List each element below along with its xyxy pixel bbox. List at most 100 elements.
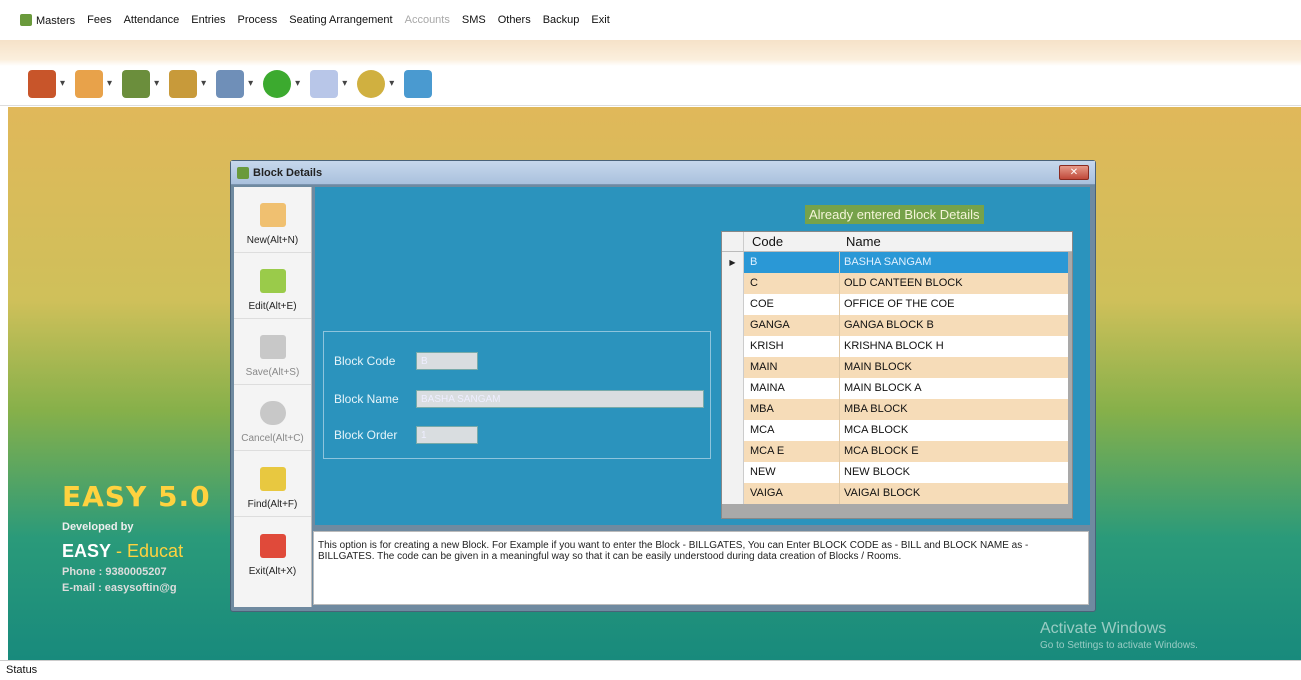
code-cell: C (744, 273, 840, 294)
menu-exit[interactable]: Exit (591, 14, 609, 26)
people-icon (122, 69, 151, 98)
name-cell: BASHA SANGAM (840, 252, 1068, 273)
table-row[interactable]: VAIGA VAIGAI BLOCK (722, 483, 1072, 504)
edit-button[interactable]: Edit(Alt+E) (234, 253, 311, 319)
row-indicator (722, 378, 744, 399)
code-cell: MBA (744, 399, 840, 420)
toolbar-settings-button[interactable]: ▾ (357, 69, 394, 98)
notepad-icon (310, 69, 339, 98)
save-disk-icon (259, 335, 286, 359)
table-row[interactable]: ▶ B BASHA SANGAM (722, 252, 1072, 273)
name-cell: NEW BLOCK (840, 462, 1068, 483)
status-bar: Status (0, 660, 1301, 680)
gift-icon (28, 69, 56, 98)
menu-seating-arrangement[interactable]: Seating Arrangement (289, 14, 392, 26)
code-column-header[interactable]: Code (744, 232, 840, 251)
brand-company: EASY - Educat (62, 541, 184, 561)
menu-others[interactable]: Others (498, 14, 531, 26)
coins-icon (169, 69, 198, 98)
users-icon (75, 69, 104, 98)
name-cell: MCA BLOCK E (840, 441, 1068, 462)
block-name-input[interactable] (416, 390, 704, 408)
code-cell: COE (744, 294, 840, 315)
table-row[interactable]: MCA E MCA BLOCK E (722, 441, 1072, 462)
grid-body: ▶ B BASHA SANGAM C OLD CANTEEN BLOCK COE OFFIC… (722, 252, 1072, 504)
block-name-label: Block Name (334, 392, 399, 406)
menu-attendance[interactable]: Attendance (124, 14, 180, 26)
find-button[interactable]: Find(Alt+F) (234, 451, 311, 517)
exit-button[interactable]: Exit(Alt+X) (234, 517, 311, 583)
table-row[interactable]: GANGA GANGA BLOCK B (722, 315, 1072, 336)
calendar-icon (216, 69, 245, 98)
toolbar-exit-button[interactable] (404, 69, 433, 98)
menu-sms[interactable]: SMS (462, 14, 486, 26)
name-cell: MAIN BLOCK (840, 357, 1068, 378)
table-row[interactable]: MAINA MAIN BLOCK A (722, 378, 1072, 399)
block-order-input[interactable] (416, 426, 478, 444)
table-row[interactable]: MCA MCA BLOCK (722, 420, 1072, 441)
brand-developed-by: Developed by (62, 521, 134, 533)
find-table-icon (259, 467, 286, 491)
block-order-row: Block Order (334, 426, 478, 444)
grid-header: Code Name (722, 232, 1072, 252)
name-cell: OFFICE OF THE COE (840, 294, 1068, 315)
brand-email: E-mail : easysoftin@g (62, 582, 177, 594)
table-row[interactable]: COE OFFICE OF THE COE (722, 294, 1072, 315)
name-column-header[interactable]: Name (840, 232, 1072, 251)
code-cell: MAIN (744, 357, 840, 378)
toolbar-gift-button[interactable]: ▾ (28, 69, 65, 98)
edit-pencil-icon (259, 269, 286, 293)
block-code-input[interactable] (416, 352, 478, 370)
window-titlebar[interactable]: Block Details (231, 161, 1095, 185)
table-row[interactable]: NEW NEW BLOCK (722, 462, 1072, 483)
toolbar-calendar-button[interactable]: ▾ (216, 69, 253, 98)
row-indicator (722, 483, 744, 504)
cancel-button: Cancel(Alt+C) (234, 385, 311, 451)
table-row[interactable]: C OLD CANTEEN BLOCK (722, 273, 1072, 294)
save-button: Save(Alt+S) (234, 319, 311, 385)
window-app-icon (237, 166, 249, 179)
row-indicator (722, 399, 744, 420)
block-fields-group: Block Code Block Name Block Order (323, 331, 711, 459)
activate-windows-watermark: Activate Windows Go to Settings to activ… (1040, 620, 1198, 651)
close-button[interactable]: ✕ (1059, 165, 1089, 180)
toolbar-coins-button[interactable]: ▾ (169, 69, 206, 98)
new-button[interactable]: New(Alt+N) (234, 187, 311, 253)
code-cell: B (744, 252, 840, 273)
code-cell: VAIGA (744, 483, 840, 504)
menu-bar: Masters Fees Attendance Entries Process … (0, 0, 1301, 40)
settings-icon (357, 69, 386, 98)
block-details-window: Block Details ✕ New(Alt+N) Edit(Alt+E) S… (230, 160, 1096, 612)
brand-block: EASY 5.0 Developed by EASY - Educat Phon… (62, 480, 211, 594)
code-cell: MCA (744, 420, 840, 441)
menu-entries[interactable]: Entries (191, 14, 225, 26)
name-cell: MAIN BLOCK A (840, 378, 1068, 399)
table-row[interactable]: MBA MBA BLOCK (722, 399, 1072, 420)
table-row[interactable]: KRISH KRISHNA BLOCK H (722, 336, 1072, 357)
power-icon (259, 534, 286, 558)
row-indicator (722, 336, 744, 357)
menu-accounts: Accounts (404, 14, 450, 26)
cancel-x-icon (259, 401, 286, 425)
block-code-label: Block Code (334, 354, 396, 368)
menu-masters[interactable]: Masters (16, 13, 75, 27)
exit-door-icon (404, 69, 433, 98)
toolbar-globe-button[interactable]: ▾ (263, 69, 300, 98)
row-indicator (722, 294, 744, 315)
row-indicator (722, 441, 744, 462)
table-row[interactable]: MAIN MAIN BLOCK (722, 357, 1072, 378)
block-order-label: Block Order (334, 428, 398, 442)
toolbar-users-button[interactable]: ▾ (75, 69, 112, 98)
menu-process[interactable]: Process (238, 14, 278, 26)
grid-corner (722, 232, 744, 251)
menu-fees[interactable]: Fees (87, 14, 111, 26)
action-sidebar: New(Alt+N) Edit(Alt+E) Save(Alt+S) Cance… (234, 187, 312, 607)
code-cell: MCA E (744, 441, 840, 462)
menu-backup[interactable]: Backup (543, 14, 580, 26)
row-indicator (722, 273, 744, 294)
help-text: This option is for creating a new Block.… (313, 531, 1089, 605)
name-cell: OLD CANTEEN BLOCK (840, 273, 1068, 294)
toolbar-people-button[interactable]: ▾ (122, 69, 159, 98)
toolbar: ▾ ▾ ▾ ▾ ▾ ▾ ▾ ▾ (0, 40, 1301, 106)
toolbar-notepad-button[interactable]: ▾ (310, 69, 347, 98)
